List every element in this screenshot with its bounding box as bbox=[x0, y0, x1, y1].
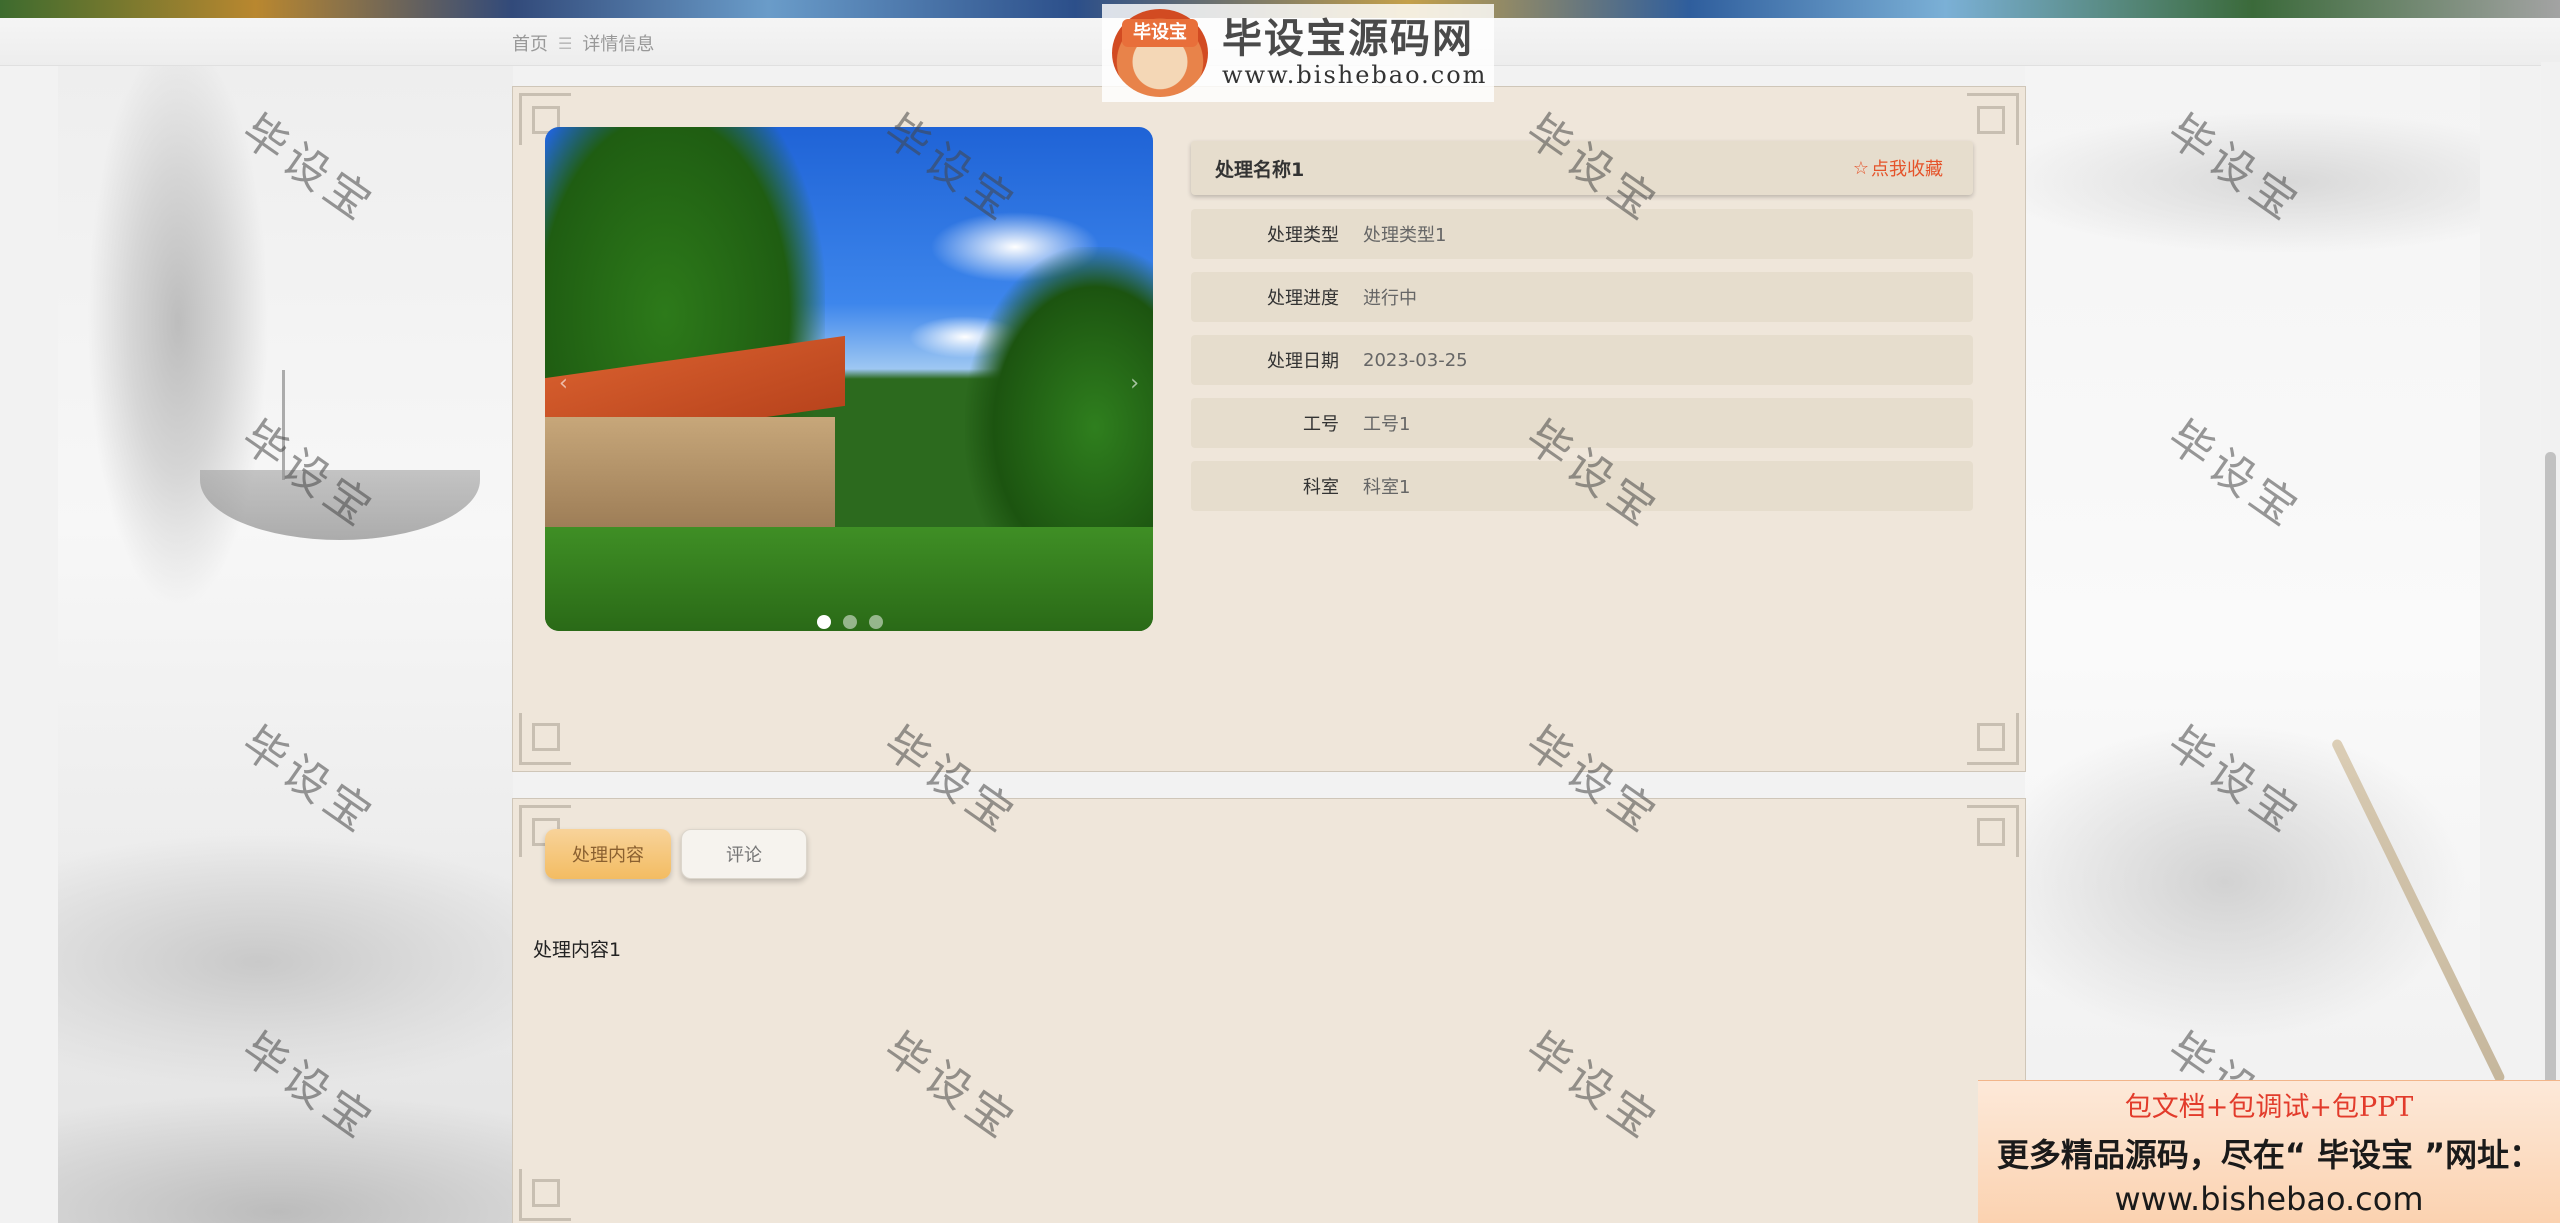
corner-ornament-icon bbox=[1967, 805, 2019, 857]
breadcrumb: 首页 ☰ 详情信息 bbox=[512, 30, 654, 56]
site-logo: 毕设宝 毕设宝源码网 www.bishebao.com bbox=[1102, 4, 1494, 102]
detail-name: 处理名称1 bbox=[1215, 158, 1305, 181]
detail-title-row: 处理名称1 ☆ 点我收藏 bbox=[1191, 141, 1973, 195]
field-label: 处理类型 bbox=[1267, 225, 1339, 246]
logo-mascot-icon: 毕设宝 bbox=[1112, 9, 1208, 97]
logo-url: www.bishebao.com bbox=[1222, 61, 1488, 89]
field-label: 工号 bbox=[1303, 414, 1339, 435]
field-label: 处理进度 bbox=[1267, 288, 1339, 309]
field-label: 科室 bbox=[1303, 477, 1339, 498]
content-text: 处理内容1 bbox=[533, 939, 622, 961]
field-value: 进行中 bbox=[1363, 288, 1417, 309]
field-label: 处理日期 bbox=[1267, 351, 1339, 372]
logo-badge: 毕设宝 bbox=[1122, 19, 1198, 47]
tab-comments[interactable]: 评论 bbox=[681, 829, 807, 879]
breadcrumb-separator-icon: ☰ bbox=[558, 33, 573, 53]
content-panel: 处理内容 评论 处理内容1 bbox=[512, 798, 2026, 1223]
ad-url[interactable]: www.bishebao.com bbox=[1978, 1180, 2560, 1218]
carousel-dot[interactable] bbox=[843, 615, 857, 629]
star-outline-icon: ☆ bbox=[1852, 157, 1869, 179]
detail-info: 处理名称1 ☆ 点我收藏 处理类型 处理类型1 处理进度 进行中 处理日期 20… bbox=[1191, 141, 1973, 524]
detail-field-row: 处理日期 2023-03-25 bbox=[1191, 335, 1973, 385]
corner-ornament-icon bbox=[519, 1169, 571, 1221]
corner-ornament-icon bbox=[1967, 713, 2019, 765]
corner-ornament-icon bbox=[519, 713, 571, 765]
background-boat-mast bbox=[282, 370, 285, 480]
page-scrollbar[interactable] bbox=[2541, 62, 2560, 1223]
logo-title: 毕设宝源码网 bbox=[1222, 16, 1474, 62]
favorite-label: 点我收藏 bbox=[1871, 159, 1943, 180]
content-tabs: 处理内容 评论 bbox=[545, 829, 807, 879]
field-value: 2023-03-25 bbox=[1363, 349, 1468, 371]
background-ink-painting-left bbox=[58, 62, 513, 1223]
detail-field-row: 工号 工号1 bbox=[1191, 398, 1973, 448]
carousel-indicators bbox=[817, 615, 883, 629]
background-ink-painting-right bbox=[2025, 62, 2480, 1223]
carousel-prev-icon[interactable]: ‹ bbox=[559, 371, 568, 396]
field-value: 处理类型1 bbox=[1363, 225, 1447, 246]
favorite-button[interactable]: ☆ 点我收藏 bbox=[1853, 155, 1943, 181]
breadcrumb-current: 详情信息 bbox=[582, 34, 655, 55]
image-carousel[interactable]: ‹ › bbox=[545, 127, 1153, 631]
detail-panel: ‹ › 处理名称1 ☆ 点我收藏 处理类型 处理类型1 处理进度 进行中 处理日… bbox=[512, 86, 2026, 772]
carousel-next-icon[interactable]: › bbox=[1130, 371, 1139, 396]
tab-content[interactable]: 处理内容 bbox=[545, 829, 671, 879]
logo-text: 毕设宝源码网 www.bishebao.com bbox=[1222, 17, 1487, 89]
ad-line-2: 更多精品源码，尽在“ 毕设宝 ”网址： bbox=[1996, 1136, 2542, 1174]
ad-line-1: 包文档+包调试+包PPT bbox=[2124, 1092, 2414, 1123]
corner-ornament-icon bbox=[1967, 93, 2019, 145]
carousel-dot[interactable] bbox=[817, 615, 831, 629]
ad-banner[interactable]: 包文档+包调试+包PPT 更多精品源码，尽在“ 毕设宝 ”网址： www.bis… bbox=[1978, 1080, 2560, 1223]
field-value: 科室1 bbox=[1363, 477, 1411, 498]
detail-field-row: 处理进度 进行中 bbox=[1191, 272, 1973, 322]
detail-field-row: 处理类型 处理类型1 bbox=[1191, 209, 1973, 259]
detail-field-row: 科室 科室1 bbox=[1191, 461, 1973, 511]
photo-house bbox=[545, 417, 835, 537]
carousel-dot[interactable] bbox=[869, 615, 883, 629]
breadcrumb-home-link[interactable]: 首页 bbox=[512, 30, 548, 56]
field-value: 工号1 bbox=[1363, 414, 1411, 435]
